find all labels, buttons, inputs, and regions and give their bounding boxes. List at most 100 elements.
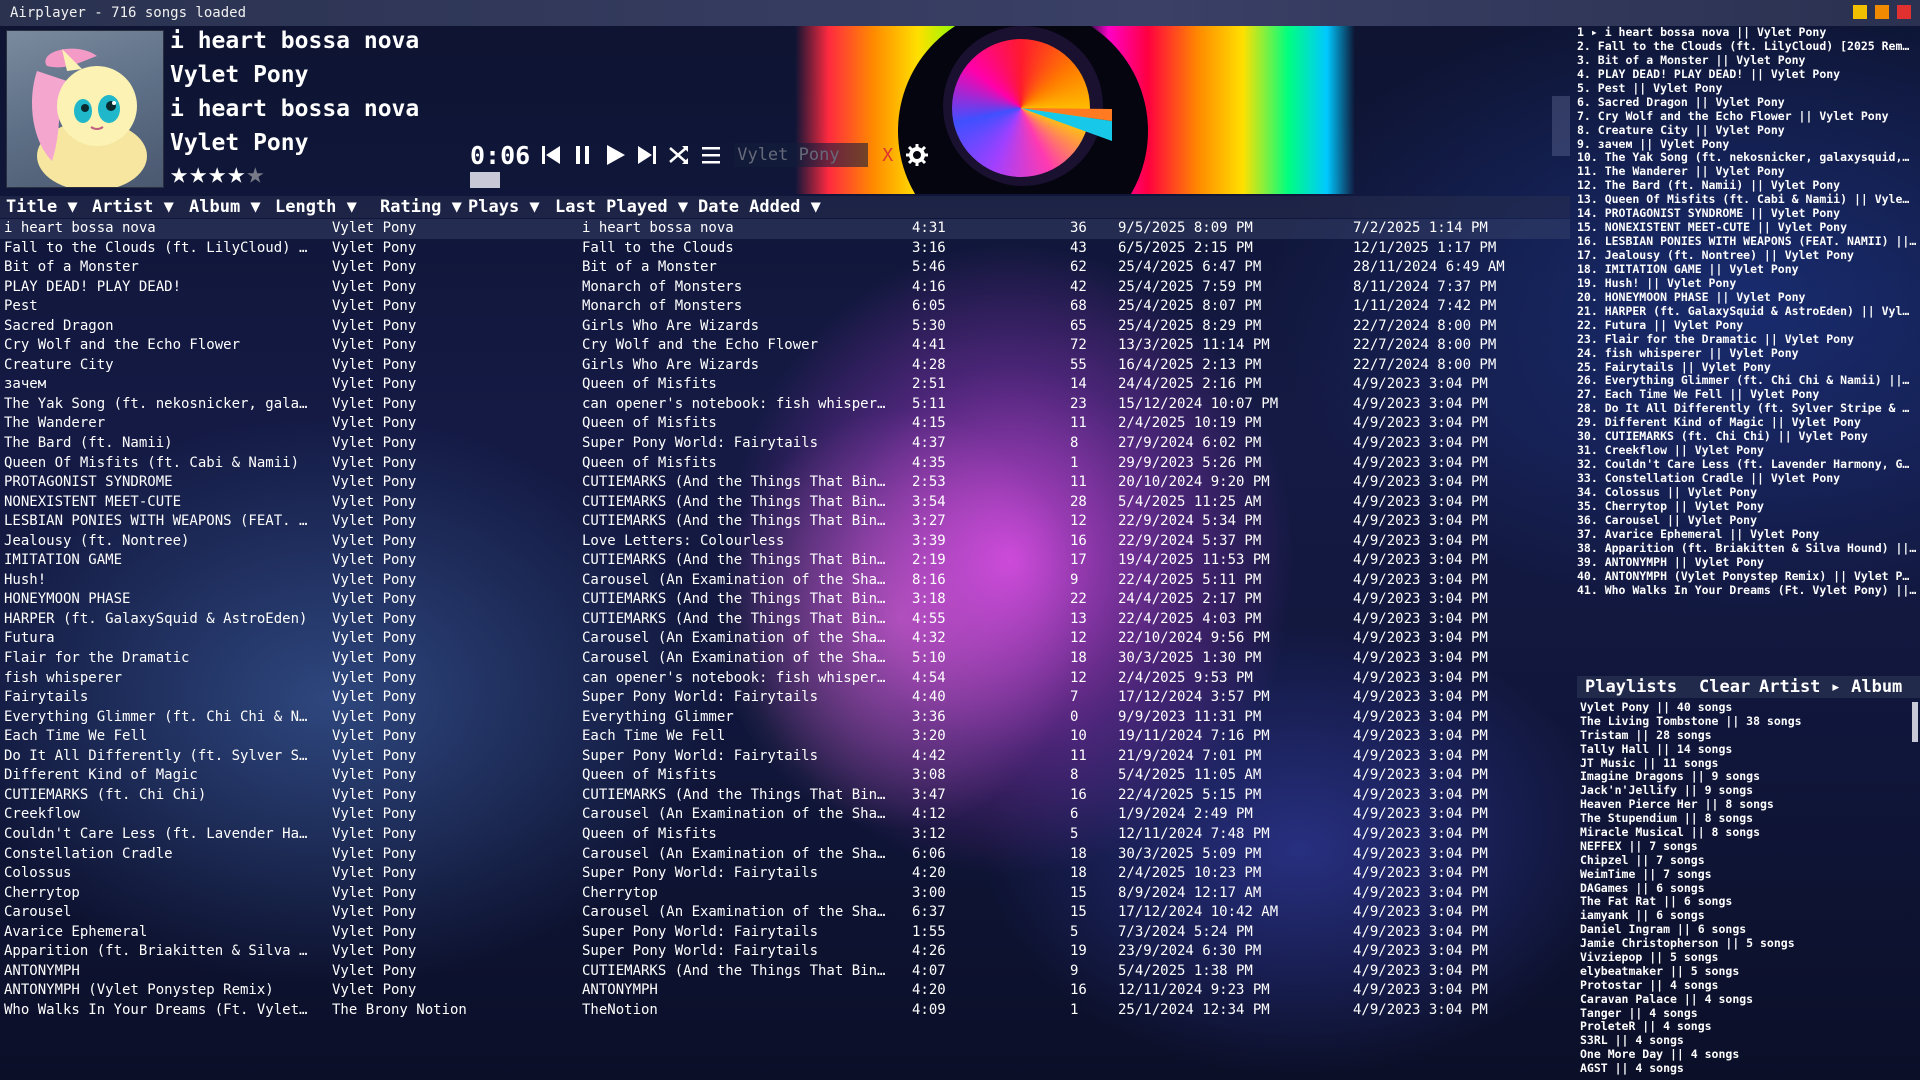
playlist-item[interactable]: ProleteR || 4 songs [1580, 1020, 1910, 1034]
playlist-item[interactable]: The Fat Rat || 6 songs [1580, 895, 1910, 909]
table-row[interactable]: i heart bossa nova Vylet Pony i heart boss… [0, 219, 1570, 239]
table-row[interactable]: IMITATION GAME Vylet Pony CUTIEMARKS (And … [0, 551, 1570, 571]
queue-item[interactable]: 26. Everything Glimmer (ft. Chi Chi & Na… [1577, 373, 1920, 388]
queue-list-icon[interactable] [696, 140, 726, 170]
playlist-item[interactable]: Jack'n'Jellify || 9 songs [1580, 783, 1910, 798]
queue-item[interactable]: 31. Creekflow || Vylet Pony [1577, 443, 1920, 458]
table-row[interactable]: PestVylet PonyMonarch of Monsters6:05★★★… [0, 297, 1570, 317]
table-row[interactable]: ANTONYMPH Vylet Pony CUTIEMARKS (And the T… [0, 962, 1570, 982]
playlist-item[interactable]: S3RL || 4 songs [1580, 1033, 1910, 1048]
table-row[interactable]: Everything Glimmer (ft. Chi Chi & N… Vyle… [0, 708, 1570, 728]
search-input[interactable] [734, 143, 869, 167]
np-rating[interactable]: ★★★★★ [170, 156, 265, 191]
queue-item[interactable]: 6. Sacred Dragon || Vylet Pony [1577, 95, 1920, 110]
progress-bar[interactable] [470, 172, 500, 188]
queue-item[interactable]: 41. Who Walks In Your Dreams (Ft. Vylet … [1577, 583, 1920, 598]
col-plays[interactable]: Plays ▼ [468, 197, 540, 217]
queue-item[interactable]: 22. Futura || Vylet Pony [1577, 318, 1920, 333]
table-row[interactable]: Jealousy (ft. Nontree) Vylet Pony Love Let… [0, 532, 1570, 552]
playlist-item[interactable]: DAGames || 6 songs [1580, 881, 1910, 896]
artist-album-toggle[interactable]: Artist ▸ Album [1759, 677, 1902, 697]
minimize-button[interactable] [1853, 5, 1867, 19]
playlist-scrollbar[interactable] [1912, 702, 1918, 742]
queue-item[interactable]: 13. Queen Of Misfits (ft. Cabi & Namii) … [1577, 192, 1920, 207]
playlist-item[interactable]: Imagine Dragons || 9 songs [1580, 770, 1910, 784]
queue-item[interactable]: 12. The Bard (ft. Namii) || Vylet Pony [1577, 178, 1920, 193]
queue-item[interactable]: 36. Carousel || Vylet Pony [1577, 513, 1920, 528]
queue-item[interactable]: 14. PROTAGONIST SYNDROME || Vylet Pony [1577, 206, 1920, 221]
playlist-item[interactable]: Vivziepop || 5 songs [1580, 950, 1910, 965]
table-scrollbar[interactable] [1552, 96, 1570, 156]
next-icon[interactable] [632, 140, 662, 170]
queue-item[interactable]: 2. Fall to the Clouds (ft. LilyCloud) [2… [1577, 39, 1920, 54]
table-row[interactable]: Creekflow Vylet Pony Carousel (An Examinat… [0, 805, 1570, 825]
table-row[interactable]: PLAY DEAD! PLAY DEAD! Vylet Pony Monarch o… [0, 278, 1570, 298]
table-row[interactable]: Hush! Vylet Pony Carousel (An Examination … [0, 571, 1570, 591]
table-row[interactable]: Bit of a Monster Vylet Pony Bit of a Monst… [0, 258, 1570, 278]
queue-item[interactable]: 9. зачем || Vylet Pony [1577, 137, 1920, 152]
table-row[interactable]: Flair for the Dramatic Vylet Pony Carousel… [0, 649, 1570, 669]
table-row[interactable]: Constellation Cradle Vylet Pony Carousel (… [0, 845, 1570, 865]
queue-item[interactable]: 21. HARPER (ft. GalaxySquid & AstroEden)… [1577, 304, 1920, 319]
maximize-button[interactable] [1875, 5, 1889, 19]
table-row[interactable]: Each Time We Fell Vylet Pony Each Time We … [0, 727, 1570, 747]
gear-icon[interactable] [902, 140, 932, 170]
table-row[interactable]: The Yak Song (ft. nekosnicker, gala… Vyle… [0, 395, 1570, 415]
queue-item[interactable]: 38. Apparition (ft. Briakitten & Silva H… [1577, 541, 1920, 556]
playlists-tab[interactable]: Playlists [1585, 677, 1677, 697]
playlist-item[interactable]: elybeatmaker || 5 songs [1580, 964, 1910, 979]
playlist-item[interactable]: Tanger || 4 songs [1580, 1006, 1910, 1021]
table-row[interactable]: Fairytails Vylet Pony Super Pony World: Fa… [0, 688, 1570, 708]
table-row[interactable]: Cry Wolf and the Echo Flower Vylet Pony Cr… [0, 336, 1570, 356]
playlist-item[interactable]: iamyank || 6 songs [1580, 908, 1910, 923]
col-last-played[interactable]: Last Played ▼ [555, 197, 688, 217]
col-rating[interactable]: Rating ▼ [380, 197, 462, 217]
clear-playlists-button[interactable]: Clear [1699, 677, 1750, 697]
table-row[interactable]: Queen Of Misfits (ft. Cabi & Namii) Vylet… [0, 454, 1570, 474]
queue-item[interactable]: 32. Couldn't Care Less (ft. Lavender Har… [1577, 457, 1920, 472]
playlist-item[interactable]: Vylet Pony || 40 songs [1580, 701, 1910, 715]
queue-item[interactable]: 18. IMITATION GAME || Vylet Pony [1577, 262, 1920, 277]
queue-item[interactable]: 20. HONEYMOON PHASE || Vylet Pony [1577, 290, 1920, 305]
playlist-item[interactable]: The Living Tombstone || 38 songs [1580, 714, 1910, 729]
clear-search-button[interactable]: X [882, 145, 902, 166]
previous-icon[interactable] [536, 140, 566, 170]
table-row[interactable]: Couldn't Care Less (ft. Lavender Ha… Vyle… [0, 825, 1570, 845]
playlist-item[interactable]: Miracle Musical || 8 songs [1580, 825, 1910, 840]
table-row[interactable]: Avarice Ephemeral Vylet Pony Super Pony Wo… [0, 923, 1570, 943]
queue-item[interactable]: 15. NONEXISTENT MEET-CUTE || Vylet Pony [1577, 220, 1920, 235]
playlist-item[interactable]: Tally Hall || 14 songs [1580, 742, 1910, 757]
queue-item[interactable]: 24. fish whisperer || Vylet Pony [1577, 346, 1920, 361]
queue-item[interactable]: 11. The Wanderer || Vylet Pony [1577, 164, 1920, 179]
queue-item[interactable]: 1 ▸ i heart bossa nova || Vylet Pony [1577, 26, 1920, 40]
queue-item[interactable]: 25. Fairytails || Vylet Pony [1577, 360, 1920, 375]
play-icon[interactable] [600, 140, 630, 170]
table-row[interactable]: Colossus Vylet Pony Super Pony World: Fair… [0, 864, 1570, 884]
table-row[interactable]: The Bard (ft. Namii) Vylet Pony Super Pony… [0, 434, 1570, 454]
col-date-added[interactable]: Date Added ▼ [698, 197, 821, 217]
queue-item[interactable]: 29. Different Kind of Magic || Vylet Pon… [1577, 415, 1920, 430]
queue-item[interactable]: 30. CUTIEMARKS (ft. Chi Chi) || Vylet Po… [1577, 429, 1920, 444]
table-row[interactable]: Carousel Vylet Pony Carousel (An Examinati… [0, 903, 1570, 923]
queue-item[interactable]: 27. Each Time We Fell || Vylet Pony [1577, 387, 1920, 402]
queue-item[interactable]: 8. Creature City || Vylet Pony [1577, 123, 1920, 138]
table-row[interactable]: Sacred Dragon Vylet Pony Girls Who Are Wiz… [0, 317, 1570, 337]
col-title[interactable]: Title ▼ [6, 197, 78, 217]
table-row[interactable]: Apparition (ft. Briakitten & Silva … Vyle… [0, 942, 1570, 962]
col-album[interactable]: Album ▼ [189, 197, 261, 217]
queue-item[interactable]: 35. Cherrytop || Vylet Pony [1577, 499, 1920, 514]
table-row[interactable]: Creature City Vylet Pony Girls Who Are Wiz… [0, 356, 1570, 376]
playlist-item[interactable]: JT Music || 11 songs [1580, 756, 1910, 771]
table-row[interactable]: HONEYMOON PHASE Vylet Pony CUTIEMARKS (And… [0, 590, 1570, 610]
queue-item[interactable]: 10. The Yak Song (ft. nekosnicker, galax… [1577, 150, 1920, 165]
queue-item[interactable]: 4. PLAY DEAD! PLAY DEAD! || Vylet Pony [1577, 67, 1920, 82]
queue-item[interactable]: 37. Avarice Ephemeral || Vylet Pony [1577, 527, 1920, 542]
table-row[interactable]: Who Walks In Your Dreams (Ft. Vylet… The … [0, 1001, 1570, 1021]
table-row[interactable]: Futura Vylet Pony Carousel (An Examination… [0, 629, 1570, 649]
queue-item[interactable]: 17. Jealousy (ft. Nontree) || Vylet Pony [1577, 248, 1920, 263]
queue-item[interactable]: 19. Hush! || Vylet Pony [1577, 276, 1920, 291]
table-row[interactable]: Fall to the Clouds (ft. LilyCloud) … Vyle… [0, 239, 1570, 259]
col-artist[interactable]: Artist ▼ [92, 197, 174, 217]
playlist-item[interactable]: Jamie Christopherson || 5 songs [1580, 936, 1910, 951]
queue-item[interactable]: 28. Do It All Differently (ft. Sylver St… [1577, 401, 1920, 416]
